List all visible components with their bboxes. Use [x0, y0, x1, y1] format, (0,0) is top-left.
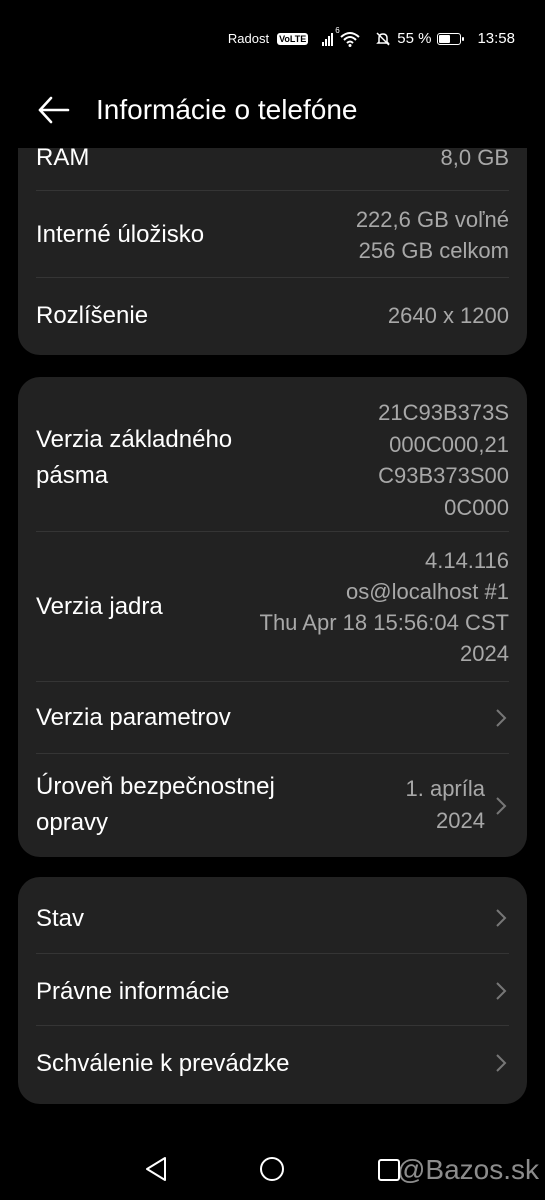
software-info-card: Verzia základného pásma 21C93B373S 000C0…: [18, 377, 527, 857]
watermark: @Bazos.sk: [396, 1154, 539, 1185]
wifi-generation-label: 6: [335, 25, 340, 35]
battery-percent: 55 %: [397, 30, 432, 47]
status-label: Stav: [36, 905, 85, 932]
type-approval-label: Schválenie k prevádzke: [36, 1050, 290, 1077]
parameter-version-label: Verzia parametrov: [36, 704, 231, 731]
carrier-name: Radost: [227, 31, 270, 46]
signal-icon: [322, 32, 334, 46]
status-bar: Radost VoLTE 6 55 % 13:58: [0, 0, 545, 80]
nav-back-icon[interactable]: [144, 1156, 168, 1182]
chevron-right-icon: [496, 1054, 507, 1072]
baseband-value-line: 21C93B373S: [378, 400, 509, 425]
storage-total: 256 GB celkom: [358, 238, 509, 263]
chevron-right-icon: [496, 797, 507, 815]
page-title: Informácie o telefóne: [96, 94, 358, 125]
baseband-value: 21C93B373S 000C000,21 C93B373S00 0C000: [378, 397, 509, 523]
battery-icon: [437, 32, 465, 45]
row-kernel-version: Verzia jadra 4.14.116 os@localhost #1 Th…: [36, 532, 509, 682]
back-button[interactable]: [32, 90, 72, 130]
row-legal-info[interactable]: Právne informácie: [36, 954, 509, 1026]
storage-label: Interné úložisko: [36, 221, 205, 248]
baseband-label-line2: pásma: [36, 462, 109, 489]
chevron-right-icon: [496, 909, 507, 927]
kernel-value-line: os@localhost #1: [346, 579, 509, 604]
hardware-info-viewport: RAM 8,0 GB Interné úložisko 222,6 GB voľ…: [0, 148, 545, 360]
security-patch-value: 1. apríla 2024: [406, 773, 486, 837]
row-baseband-version: Verzia základného pásma 21C93B373S 000C0…: [36, 377, 509, 532]
legal-info-label: Právne informácie: [36, 978, 230, 1005]
row-security-patch[interactable]: Úroveň bezpečnostnej opravy 1. apríla 20…: [36, 754, 509, 857]
row-resolution: Rozlíšenie 2640 x 1200: [36, 278, 509, 355]
row-type-approval[interactable]: Schválenie k prevádzke: [36, 1026, 509, 1104]
resolution-label: Rozlíšenie: [36, 302, 149, 329]
row-ram: RAM 8,0 GB: [36, 148, 509, 191]
security-value-line2: 2024: [436, 808, 485, 833]
nav-home-icon[interactable]: [259, 1156, 285, 1182]
kernel-label: Verzia jadra: [36, 593, 163, 620]
baseband-label-line1: Verzia základného: [36, 426, 233, 453]
chevron-right-icon: [496, 982, 507, 1000]
resolution-value: 2640 x 1200: [387, 303, 509, 328]
system-navigation-bar: @Bazos.sk: [0, 1130, 545, 1200]
ram-value: 8,0 GB: [440, 148, 509, 170]
kernel-value-line: Thu Apr 18 15:56:04 CST: [259, 610, 510, 635]
back-arrow-icon: [38, 96, 70, 124]
wifi-icon: 6: [335, 26, 361, 47]
row-parameter-version[interactable]: Verzia parametrov: [36, 682, 509, 754]
storage-free: 222,6 GB voľné: [355, 207, 509, 232]
row-status[interactable]: Stav: [36, 877, 509, 954]
baseband-value-line: 0C000: [444, 494, 509, 520]
kernel-value-line: 2024: [460, 641, 509, 666]
security-label-line2: opravy: [36, 809, 109, 836]
baseband-value-line: 000C000,21: [389, 431, 509, 457]
kernel-value: 4.14.116 os@localhost #1 Thu Apr 18 15:5…: [260, 545, 510, 669]
hardware-info-card: RAM 8,0 GB Interné úložisko 222,6 GB voľ…: [18, 148, 527, 355]
volte-badge: VoLTE: [277, 32, 309, 45]
security-patch-label: Úroveň bezpečnostnej opravy: [36, 769, 275, 841]
security-label-line1: Úroveň bezpečnostnej: [36, 773, 275, 800]
app-header: Informácie o telefóne: [0, 80, 545, 140]
storage-value: 222,6 GB voľné 256 GB celkom: [356, 204, 509, 266]
baseband-label: Verzia základného pásma: [36, 422, 232, 494]
security-value-line1: 1. apríla: [405, 776, 486, 801]
status-indicators: Radost VoLTE 6 55 % 13:58: [227, 26, 515, 48]
baseband-value-line: C93B373S00: [378, 463, 509, 488]
battery-level: [439, 34, 450, 43]
row-internal-storage: Interné úložisko 222,6 GB voľné 256 GB c…: [36, 191, 509, 278]
mute-icon: [375, 31, 391, 47]
other-info-card: Stav Právne informácie Schválenie k prev…: [18, 877, 527, 1104]
ram-label: RAM: [36, 148, 90, 171]
kernel-value-line: 4.14.116: [424, 548, 509, 573]
clock: 13:58: [477, 30, 515, 47]
chevron-right-icon: [496, 709, 507, 727]
